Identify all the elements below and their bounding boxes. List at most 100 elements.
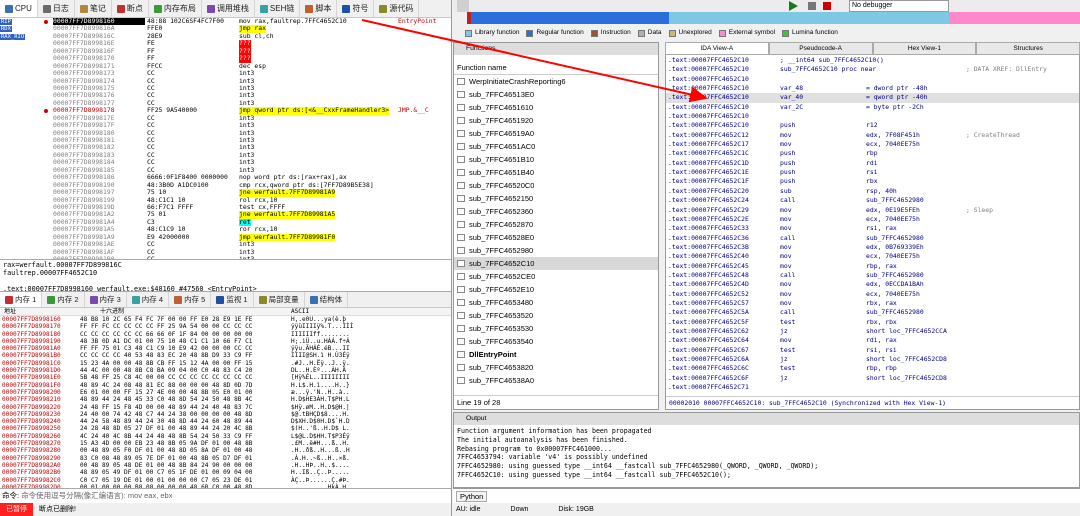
dump-row[interactable]: 00007FF7D8998280 00 48 89 05 F0 DF 01 00 … <box>0 447 451 454</box>
functions-column-header[interactable]: Function name <box>454 61 658 75</box>
dump-row[interactable]: 00007FF7D89981B0 CC CC CC CC 40 53 48 83 … <box>0 352 451 359</box>
listing-row[interactable]: .text:00007FFC4652C64 mov rdi, rax <box>666 336 1079 345</box>
dump-row[interactable]: 00007FF7D8998200 E6 01 00 00 FF 15 27 4E … <box>0 389 451 396</box>
dump-row[interactable]: 00007FF7D8998270 15 A3 4D 00 00 EB 23 48 … <box>0 440 451 447</box>
function-item[interactable]: sub_7FFC4652360 <box>454 205 658 218</box>
listing-row[interactable]: .text:00007FFC4652C10 push r12 <box>666 121 1079 130</box>
function-item[interactable]: sub_7FFC4652150 <box>454 192 658 205</box>
function-item[interactable]: sub_7FFC4651B40 <box>454 166 658 179</box>
navigation-band[interactable] <box>467 12 1080 24</box>
listing-row[interactable]: .text:00007FFC4652C3B mov edx, 0B769339Eh <box>666 243 1079 252</box>
tab-breakpoint[interactable]: 断点 <box>112 0 149 17</box>
tab-pseudocode-a[interactable]: Pseudocode-A <box>768 42 873 55</box>
tab-memory-4[interactable]: 内存 4 <box>127 292 170 307</box>
breakpoint-dot[interactable] <box>44 20 48 24</box>
tab-structures[interactable]: Structures <box>976 42 1080 55</box>
function-item[interactable]: sub_7FFC4652E10 <box>454 283 658 296</box>
listing-row[interactable]: .text:00007FFC4652C20 sub rsp, 40h <box>666 187 1079 196</box>
tab-symbols[interactable]: 符号 <box>337 0 375 17</box>
disassembly-view[interactable]: RIP 00007FF7D8998160 48:88 102C6SF4FC7F00 m… <box>0 18 451 259</box>
listing-row[interactable]: .text:00007FFC4652C1F push rbx <box>666 177 1079 186</box>
tab-ida-view-a[interactable]: IDA View-A <box>665 42 769 55</box>
listing-row[interactable]: .text:00007FFC4652C67 test rsi, rsi <box>666 346 1079 355</box>
listing-row[interactable]: .text:00007FFC4652C6A jz short loc_7FFC465… <box>666 355 1079 364</box>
function-item[interactable]: sub_7FFC4653530 <box>454 322 658 335</box>
dump-row[interactable]: 00007FF7D89981A0 FF FF 75 01 C3 48 C1 C9 … <box>0 345 451 352</box>
tab-notes[interactable]: 笔记 <box>75 0 112 17</box>
listing-row[interactable]: .text:00007FFC4652C29 mov edx, 0E19E5FEh ; … <box>666 206 1079 215</box>
dump-row[interactable]: 00007FF7D8998220 24 48 FF 15 F8 4D 00 00 … <box>0 404 451 411</box>
play-icon[interactable] <box>789 1 798 11</box>
tab-struct[interactable]: 结构体 <box>305 292 349 307</box>
function-item[interactable]: sub_7FFC4653520 <box>454 309 658 322</box>
tab-hex-view-1[interactable]: Hex View-1 <box>872 42 977 55</box>
listing-row[interactable]: .text:00007FFC4652C6C test rbp, rbp <box>666 364 1079 373</box>
tab-seh[interactable]: SEH链 <box>255 0 301 17</box>
dump-row[interactable]: 00007FF7D8998250 24 28 48 8D 05 27 DF 01 … <box>0 425 451 432</box>
listing-row[interactable]: .text:00007FFC4652C48 call sub_7FFC4652980 <box>666 271 1079 280</box>
tab-memory-5[interactable]: 内存 5 <box>169 292 212 307</box>
tab-memory-2[interactable]: 内存 2 <box>42 292 85 307</box>
dump-row[interactable]: 00007FF7D89982A0 00 48 89 05 48 DE 01 00 … <box>0 462 451 469</box>
dump-row[interactable]: 00007FF7D89982B0 48 89 05 49 DF 01 00 C7 … <box>0 469 451 476</box>
function-item[interactable]: sub_7FFC46519A0 <box>454 127 658 140</box>
command-input[interactable]: 命令使用逗号分隔(像汇编语言): mov eax, ebx <box>21 491 172 500</box>
tab-memory-map[interactable]: 内存布局 <box>149 0 202 17</box>
dump-row[interactable]: 00007FF7D89981F0 48 89 4C 24 08 48 81 EC … <box>0 382 451 389</box>
dump-row[interactable]: 00007FF7D89981D0 44 4C 00 00 48 8B C8 BA … <box>0 367 451 374</box>
function-item[interactable]: sub_7FFC4651610 <box>454 101 658 114</box>
tab-log[interactable]: 日志 <box>38 0 75 17</box>
dump-row[interactable]: 00007FF7D8998290 83 C0 08 48 89 05 7E DF … <box>0 455 451 462</box>
listing-row[interactable]: .text:00007FFC4652C12 mov edx, 7F08F451h ; … <box>666 131 1079 140</box>
dump-row[interactable]: 00007FF7D8998230 24 40 00 74 42 48 C7 44 … <box>0 411 451 418</box>
listing-row[interactable]: .text:00007FFC4652C1E push rsi <box>666 168 1079 177</box>
dump-row[interactable]: 00007FF7D8998190 48 3B 0D A1 DC 01 00 75 … <box>0 338 451 345</box>
function-item[interactable]: sub_7FFC4652CE0 <box>454 270 658 283</box>
tab-watch[interactable]: 监视 1 <box>211 292 254 307</box>
function-item[interactable]: sub_7FFC4651B10 <box>454 153 658 166</box>
tool-icon[interactable] <box>457 0 469 12</box>
dump-row[interactable]: 00007FF7D89982C0 C0 C7 05 19 DE 01 00 01 … <box>0 477 451 484</box>
listing-row[interactable]: .text:00007FFC4652C4D mov edx, 0ECCDA1BAh <box>666 280 1079 289</box>
listing-row[interactable]: .text:00007FFC4652C10 sub_7FFC4652C10 pro… <box>666 65 1079 74</box>
function-item[interactable]: WerpInitiateCrashReporting6 <box>454 75 658 88</box>
function-item[interactable]: sub_7FFC4652870 <box>454 218 658 231</box>
listing-row[interactable]: .text:00007FFC4652C5A call sub_7FFC4652980 <box>666 308 1079 317</box>
listing-row[interactable]: .text:00007FFC4652C36 call sub_7FFC4652980 <box>666 234 1079 243</box>
function-item[interactable]: sub_7FFC4651920 <box>454 114 658 127</box>
breakpoint-dot[interactable] <box>44 109 48 114</box>
listing-row[interactable]: .text:00007FFC4652C5F test rbx, rbx <box>666 318 1079 327</box>
stop-icon[interactable] <box>823 2 831 10</box>
debugger-select[interactable]: No debugger <box>849 0 949 12</box>
tab-script[interactable]: 脚本 <box>300 0 338 17</box>
dump-row[interactable]: 00007FF7D8998170 FF FF FC CC CC CC CC FF … <box>0 323 451 330</box>
tab-source[interactable]: 源代码 <box>374 0 420 17</box>
listing-row[interactable]: .text:00007FFC4652C62 jz short loc_7FFC465… <box>666 327 1079 336</box>
function-item[interactable]: sub_7FFC46538A0 <box>454 374 658 387</box>
listing-row[interactable]: .text:00007FFC4652C57 mov rbx, rax <box>666 299 1079 308</box>
function-item[interactable]: sub_7FFC46513E0 <box>454 88 658 101</box>
pause-icon[interactable] <box>808 2 816 10</box>
listing-row[interactable]: .text:00007FFC4652C10 var_2C = byte ptr -2… <box>666 103 1079 112</box>
listing-row[interactable]: .text:00007FFC4652C10 var_48 = dword ptr -… <box>666 84 1079 93</box>
tab-memory-3[interactable]: 内存 3 <box>85 292 127 307</box>
listing-row[interactable]: .text:00007FFC4652C10 ; __int64 sub_7FFC4… <box>666 56 1079 65</box>
listing-row[interactable]: .text:00007FFC4652C6F jz short loc_7FFC465… <box>666 374 1079 383</box>
dump-row[interactable]: 00007FF7D8998180 CC CC CC CC CC CC 66 66 … <box>0 331 451 338</box>
function-item[interactable]: sub_7FFC4651AC0 <box>454 140 658 153</box>
dump-row[interactable]: 00007FF7D89981C0 15 23 4A 00 00 48 8B CB … <box>0 360 451 367</box>
listing-row[interactable]: .text:00007FFC4652C10 var_40 = qword ptr -… <box>666 93 1079 103</box>
function-item[interactable]: sub_7FFC4653480 <box>454 296 658 309</box>
python-button[interactable]: Python <box>456 491 488 502</box>
dump-row[interactable]: 00007FF7D8998240 44 24 58 48 89 44 24 30 … <box>0 418 451 425</box>
listing-row[interactable]: .text:00007FFC4652C2E mov ecx, 7040EE75h <box>666 215 1079 224</box>
dump-row[interactable]: 00007FF7D8998210 48 89 44 24 48 45 33 C0 … <box>0 396 451 403</box>
listing-row[interactable]: .text:00007FFC4652C10 <box>666 112 1079 121</box>
dump-row[interactable]: 00007FF7D8998260 4C 24 40 4C 8B 44 24 48 … <box>0 433 451 440</box>
listing-row[interactable]: .text:00007FFC4652C45 mov rbp, rax <box>666 262 1079 271</box>
tab-cpu[interactable]: CPU <box>0 0 38 17</box>
function-item[interactable]: sub_7FFC46528E0 <box>454 231 658 244</box>
function-item[interactable]: sub_7FFC4653820 <box>454 361 658 374</box>
tab-call-stack[interactable]: 调用堆栈 <box>202 0 255 17</box>
listing-row[interactable]: .text:00007FFC4652C1D push rdi <box>666 159 1079 168</box>
